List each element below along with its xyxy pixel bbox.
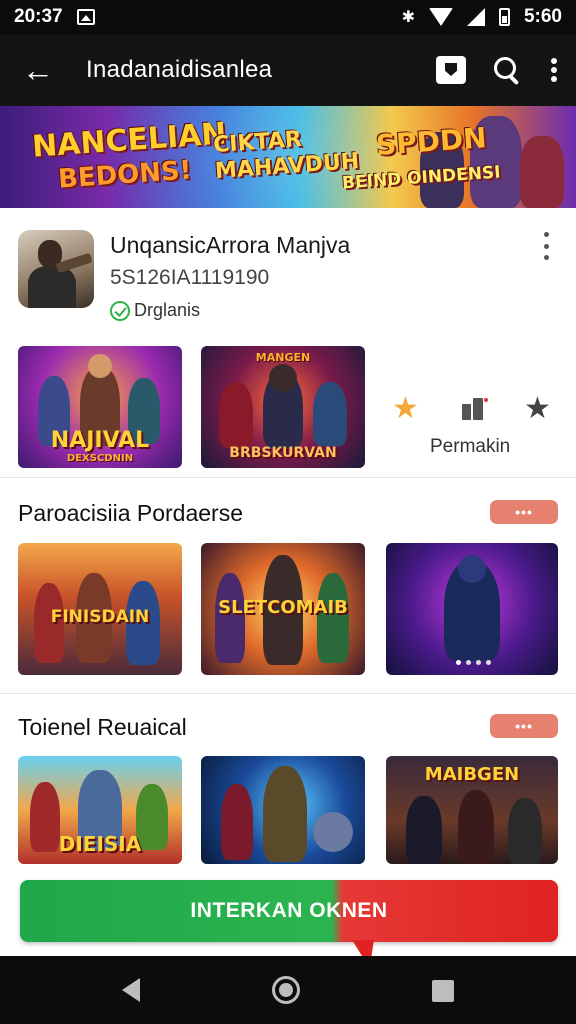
- install-button[interactable]: INTERKAN OKNEN: [20, 880, 558, 942]
- check-circle-icon: [110, 300, 130, 321]
- banner-center-text: CIKTAR MAHAVDUH: [212, 126, 361, 184]
- nav-home-icon[interactable]: [272, 976, 300, 1004]
- system-nav-bar: [0, 956, 576, 1024]
- star-icon: ★: [392, 392, 419, 425]
- banner-character-art: [520, 136, 564, 208]
- game-card-title: DIEISIA: [58, 832, 142, 856]
- card-more-icon[interactable]: [540, 232, 552, 260]
- app-screenshot[interactable]: NAJIVAL DEXSCDNIN: [18, 346, 182, 468]
- search-icon[interactable]: [492, 55, 522, 85]
- game-card[interactable]: [201, 756, 365, 864]
- screenshot-subtitle: MANGEN: [255, 351, 311, 364]
- game-card[interactable]: [386, 543, 558, 675]
- signal-icon: [466, 8, 485, 26]
- section-divider: [0, 693, 576, 694]
- more-vert-icon[interactable]: [548, 55, 560, 85]
- game-card[interactable]: SLETCOMAIB: [201, 543, 365, 675]
- banner-right-text: SPDDN: [374, 121, 488, 162]
- star-outline-icon: ★: [524, 392, 551, 425]
- game-card-title: MAIBGEN: [424, 764, 520, 785]
- ranking-icon: [462, 398, 488, 420]
- section-more-button[interactable]: •••: [490, 714, 558, 738]
- game-card[interactable]: FINISDAIN: [18, 543, 182, 675]
- game-card[interactable]: MAIBGEN: [386, 756, 558, 864]
- carousel-dots: [456, 660, 491, 665]
- install-bar: INTERKAN OKNEN: [0, 866, 576, 968]
- game-card-title: FINISDAIN: [50, 607, 150, 627]
- bluetooth-icon: ✱: [401, 9, 415, 26]
- status-bar: 20:37 ✱ 5:60: [0, 0, 576, 34]
- nav-recents-icon[interactable]: [432, 980, 454, 1002]
- status-clock: 5:60: [523, 6, 562, 27]
- screenshot-subtitle: DEXSCDNIN: [66, 453, 134, 464]
- app-icon[interactable]: [18, 230, 94, 308]
- app-id: 5S126IA1119190: [110, 266, 270, 289]
- page-title: Inadanaidisanlea: [86, 56, 273, 83]
- battery-icon: [498, 8, 510, 26]
- promo-banner[interactable]: NANCELIAN BEDONS! CIKTAR MAHAVDUH SPDDN …: [0, 106, 576, 208]
- verified-label: Drglanis: [134, 300, 201, 320]
- bookmark-icon[interactable]: [436, 56, 466, 84]
- stat-label: Permakin: [430, 436, 511, 457]
- status-time: 20:37: [14, 6, 63, 27]
- game-card[interactable]: DIEISIA: [18, 756, 182, 864]
- section-more-button[interactable]: •••: [490, 500, 558, 524]
- app-card[interactable]: UnqansicArrora Manjva 5S126IA1119190 Drg…: [0, 208, 576, 478]
- app-screenshot[interactable]: MANGEN BRBSKURVAN: [201, 346, 365, 468]
- screenshot-title: NAJIVAL: [50, 428, 150, 453]
- nav-back-icon[interactable]: [122, 978, 140, 1002]
- app-bar: ← Inadanaidisanlea: [0, 34, 576, 106]
- screenshot-title: BRBSKURVAN: [229, 445, 337, 461]
- wifi-icon: [428, 8, 453, 26]
- section-title: Toienel Reuaical: [18, 714, 187, 740]
- game-card-title: SLETCOMAIB: [218, 597, 348, 618]
- verified-badge: Drglanis: [110, 300, 200, 321]
- section-title: Paroacisiia Pordaerse: [18, 500, 244, 526]
- app-name: UnqansicArrora Manjva: [110, 232, 351, 258]
- image-notification-icon: [76, 9, 95, 25]
- back-arrow-icon[interactable]: ←: [16, 48, 60, 92]
